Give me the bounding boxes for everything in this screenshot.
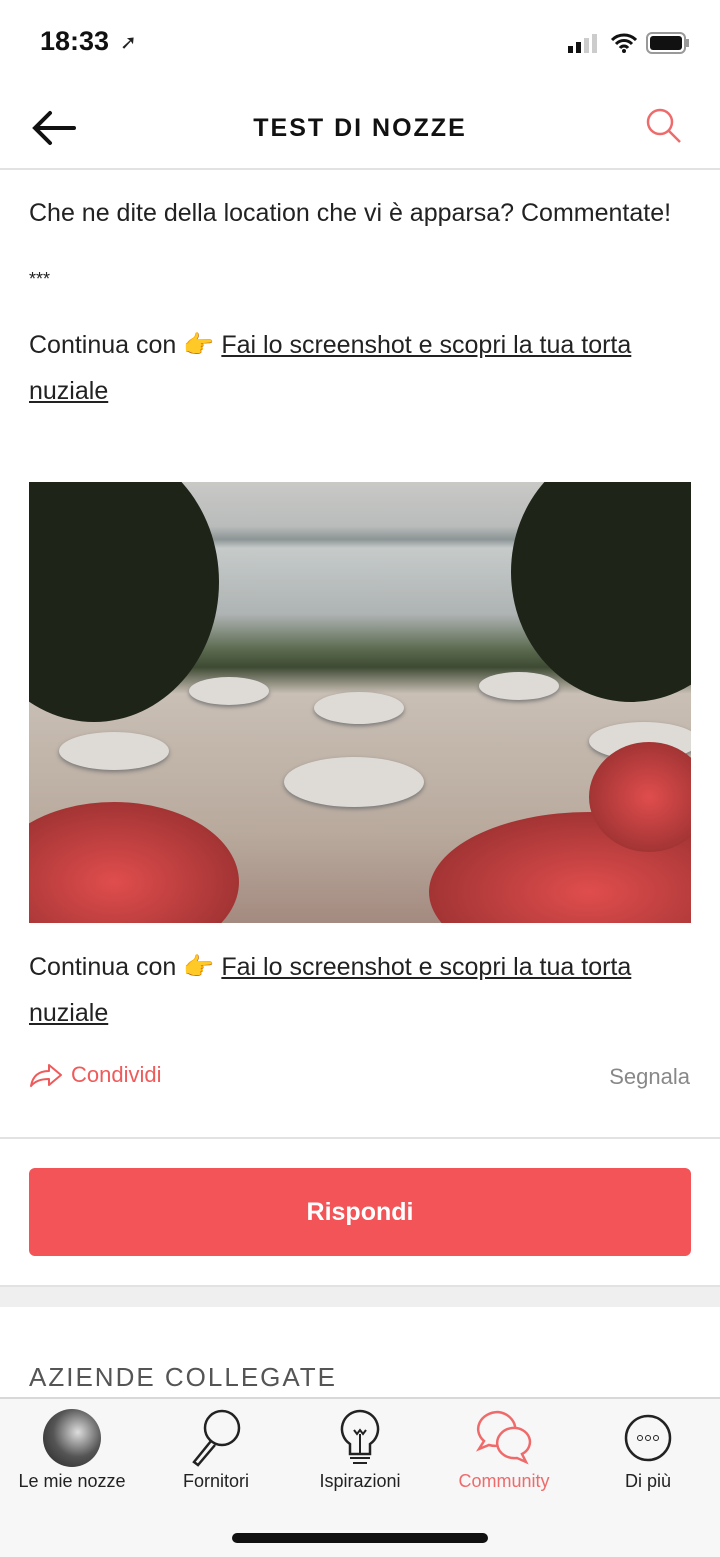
post-body: Che ne dite della location che vi è appa… <box>29 190 691 434</box>
divider <box>0 1137 720 1139</box>
post-image-wedding-location <box>29 482 691 923</box>
tab-le-mie-nozze[interactable]: Le mie nozze <box>0 1407 144 1492</box>
location-arrow-icon: ➚ <box>120 32 137 54</box>
more-icon <box>624 1414 672 1462</box>
tab-di-piu[interactable]: Di più <box>576 1407 720 1492</box>
share-arrow-icon <box>30 1064 62 1087</box>
tab-ispirazioni[interactable]: Ispirazioni <box>288 1407 432 1492</box>
search-icon[interactable] <box>644 106 684 146</box>
tab-label: Di più <box>624 1471 672 1491</box>
tab-bar: Le mie nozze Fornitori Ispirazioni Commu… <box>0 1397 720 1557</box>
share-button[interactable]: Condividi <box>29 1062 162 1088</box>
status-bar: 18:33 ➚ <box>0 0 720 90</box>
post-question: Che ne dite della location che vi è appa… <box>29 199 672 227</box>
share-label: Condividi <box>71 1062 162 1087</box>
section-divider <box>0 1285 720 1307</box>
tab-fornitori[interactable]: Fornitori <box>144 1407 288 1492</box>
lightbulb-icon <box>340 1409 380 1464</box>
tab-label: Community <box>458 1471 550 1491</box>
page-title: TEST DI NOZZE <box>253 114 467 142</box>
nav-header: TEST DI NOZZE <box>0 90 720 170</box>
separator-text: *** <box>29 269 51 289</box>
tab-label: Le mie nozze <box>18 1471 126 1491</box>
tab-label: Ispirazioni <box>319 1471 401 1491</box>
continue-prefix: Continua con 👉 <box>29 331 222 359</box>
report-link[interactable]: Segnala <box>609 1064 690 1090</box>
section-title: AZIENDE COLLEGATE <box>29 1362 338 1392</box>
magnifier-icon <box>192 1409 241 1467</box>
tab-community[interactable]: Community <box>432 1407 576 1492</box>
avatar <box>43 1409 101 1467</box>
post-footer-text: Continua con 👉 Fai lo screenshot e scopr… <box>29 944 691 1036</box>
continue-prefix: Continua con 👉 <box>29 953 222 981</box>
tab-label: Fornitori <box>182 1471 249 1491</box>
reply-button[interactable]: Rispondi <box>29 1168 691 1256</box>
home-indicator[interactable] <box>232 1533 488 1543</box>
clock: 18:33 <box>40 26 110 56</box>
signal-icon <box>568 34 597 53</box>
wifi-icon <box>610 33 638 53</box>
chat-bubbles-icon <box>475 1410 532 1465</box>
battery-icon <box>646 32 689 54</box>
